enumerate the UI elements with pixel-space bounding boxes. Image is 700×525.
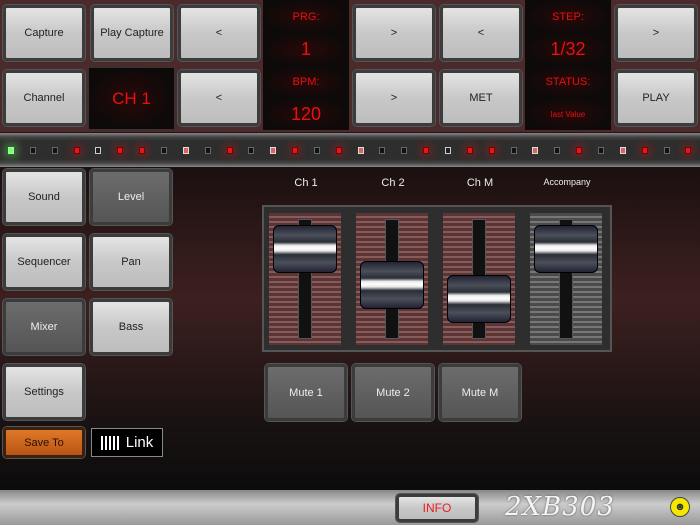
bass-button[interactable]: Bass — [90, 299, 172, 355]
link-label: Link — [125, 434, 154, 451]
channel-label: Accompany — [543, 177, 591, 187]
fader-strip — [530, 213, 602, 345]
step-led — [270, 147, 277, 154]
step-led — [160, 147, 167, 154]
mute-2-button[interactable]: Mute 2 — [352, 364, 434, 421]
ableton-link-button[interactable]: Link — [91, 428, 163, 457]
step-led — [335, 147, 342, 154]
level-button[interactable]: Level — [90, 169, 172, 225]
status-value: last Value — [525, 98, 611, 130]
bpm-value: 120 — [263, 98, 349, 130]
step-led — [663, 147, 670, 154]
step-prev-button[interactable]: < — [440, 5, 522, 61]
bpm-label: BPM: — [263, 66, 349, 98]
step-led-bar — [0, 133, 700, 167]
settings-button[interactable]: Settings — [3, 364, 85, 420]
fader-knob[interactable] — [273, 225, 337, 273]
channel-label: Ch 2 — [381, 177, 405, 189]
fader-knob[interactable] — [534, 225, 598, 273]
save-to-button[interactable]: Save To — [3, 427, 85, 458]
program-prev-button[interactable]: < — [178, 5, 260, 61]
info-button[interactable]: INFO — [396, 494, 478, 522]
step-led — [641, 147, 648, 154]
step-led — [576, 147, 583, 154]
step-led — [51, 147, 58, 154]
mute-1-button[interactable]: Mute 1 — [265, 364, 347, 421]
sound-button[interactable]: Sound — [3, 169, 85, 225]
mixer-panel — [262, 205, 612, 352]
step-led — [379, 147, 386, 154]
mixer-button[interactable]: Mixer — [3, 299, 85, 355]
prg-value: 1 — [263, 33, 349, 66]
step-led — [29, 147, 36, 154]
step-led — [401, 147, 408, 154]
channel-button[interactable]: Channel — [3, 70, 85, 126]
step-led — [248, 147, 255, 154]
smiley-icon[interactable]: ☻ — [670, 497, 690, 517]
step-led — [488, 147, 495, 154]
step-led — [139, 147, 146, 154]
program-next-button[interactable]: > — [353, 5, 435, 61]
link-icon — [100, 435, 121, 450]
step-led — [117, 147, 124, 154]
step-led — [182, 147, 189, 154]
step-led — [510, 147, 517, 154]
sequencer-button[interactable]: Sequencer — [3, 234, 85, 290]
status-label: STATUS: — [525, 66, 611, 98]
fader-strip — [356, 213, 428, 345]
step-led — [204, 147, 211, 154]
pan-button[interactable]: Pan — [90, 234, 172, 290]
fader-strip — [443, 213, 515, 345]
step-value: 1/32 — [525, 33, 611, 66]
app-logo: 2XB303 — [505, 492, 615, 522]
step-led — [685, 147, 692, 154]
step-led — [597, 147, 604, 154]
channel-label: Ch M — [466, 177, 494, 189]
mute-m-button[interactable]: Mute M — [439, 364, 521, 421]
prg-label: PRG: — [263, 0, 349, 33]
step-led — [73, 147, 80, 154]
step-led — [8, 147, 14, 154]
fader-strip — [269, 213, 341, 345]
capture-button[interactable]: Capture — [3, 5, 85, 61]
step-led — [226, 147, 233, 154]
play-capture-button[interactable]: Play Capture — [91, 5, 173, 61]
step-next-button[interactable]: > — [615, 5, 697, 61]
step-led — [313, 147, 320, 154]
step-led — [357, 147, 364, 154]
play-button[interactable]: PLAY — [615, 70, 697, 126]
channel-display: CH 1 — [88, 67, 175, 130]
step-led — [95, 147, 102, 154]
step-led — [619, 147, 626, 154]
step-led — [292, 147, 299, 154]
fader-knob[interactable] — [447, 274, 511, 323]
step-led — [445, 147, 451, 154]
step-led — [466, 147, 473, 154]
metronome-button[interactable]: MET — [440, 70, 522, 126]
bpm-next-button[interactable]: > — [353, 70, 435, 126]
step-label: STEP: — [525, 0, 611, 33]
fader-knob[interactable] — [360, 261, 424, 309]
bpm-prev-button[interactable]: < — [178, 70, 260, 126]
step-led — [532, 147, 539, 154]
step-led — [423, 147, 430, 154]
step-led — [554, 147, 561, 154]
channel-label: Ch 1 — [294, 177, 318, 189]
